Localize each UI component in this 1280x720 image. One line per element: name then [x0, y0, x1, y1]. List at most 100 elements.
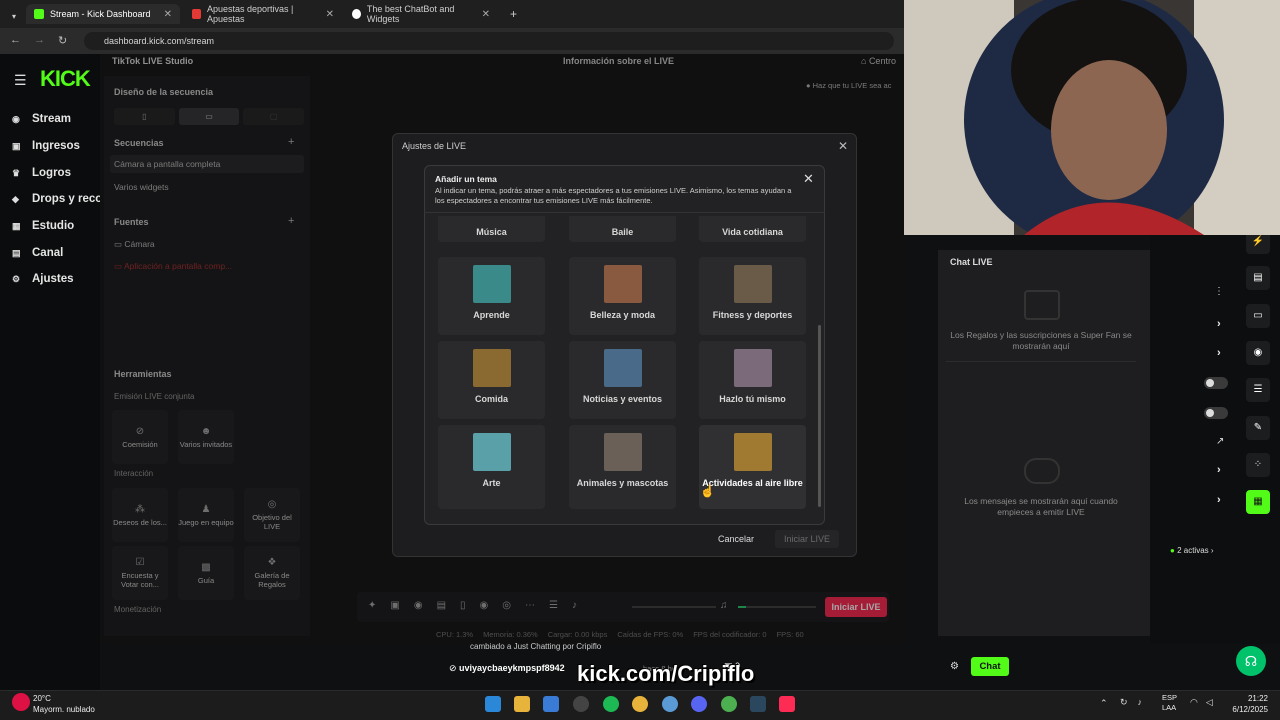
sidebar-item-canal[interactable]: ▤ Canal — [12, 247, 63, 259]
chevron-right-icon[interactable]: › — [1217, 494, 1221, 506]
sidebar-item-estudio[interactable]: ▦ Estudio — [12, 220, 74, 232]
reload-icon[interactable]: ↻ — [58, 34, 67, 47]
tab-apuestas[interactable]: Apuestas deportivas | Apuestas ✕ — [184, 4, 342, 24]
webcam-image — [904, 0, 1280, 235]
share-icon[interactable]: ⁘ — [1246, 453, 1270, 477]
chrome-profile-icon[interactable] — [662, 696, 678, 712]
chevron-right-icon[interactable]: › — [1217, 464, 1221, 476]
topic-card-animales[interactable]: Animales y mascotas — [569, 425, 676, 509]
discord-icon[interactable] — [691, 696, 707, 712]
chrome-icon[interactable] — [632, 696, 648, 712]
start-menu-icon[interactable] — [485, 696, 501, 712]
spotify-icon[interactable] — [603, 696, 619, 712]
chevron-right-icon[interactable]: › — [1217, 347, 1221, 359]
tab-list-button[interactable]: ▾ — [4, 6, 24, 26]
divider — [424, 212, 825, 213]
scrollbar[interactable] — [818, 325, 821, 507]
hazlo-image — [734, 349, 772, 387]
tray-chevron-icon[interactable]: ⌃ — [1100, 698, 1108, 709]
sidebar-item-stream[interactable]: ◉ Stream — [12, 113, 71, 125]
obs-icon[interactable] — [573, 696, 589, 712]
chat-send-button[interactable]: Chat — [971, 657, 1009, 676]
aprende-image — [473, 265, 511, 303]
address-bar: ← → ↻ dashboard.kick.com/stream — [0, 28, 904, 54]
topic-card-aire-libre[interactable]: Actividades al aire libre — [699, 425, 806, 509]
tab-strip: ▾ Stream - Kick Dashboard ✕ Apuestas dep… — [0, 0, 904, 28]
file-explorer-icon[interactable] — [514, 696, 530, 712]
clipboard-icon[interactable]: ▤ — [1246, 266, 1270, 290]
sync-icon[interactable]: ↻ — [1120, 697, 1128, 708]
gear-icon: ⚙ — [12, 273, 21, 284]
clock[interactable]: 21:22 6/12/2025 — [1232, 693, 1268, 715]
broadcast-icon[interactable]: ◉ — [1246, 341, 1270, 365]
chrome-alt-icon[interactable] — [721, 696, 737, 712]
tv-icon: ▤ — [12, 247, 21, 258]
tiktok-icon[interactable] — [779, 696, 795, 712]
topic-card-noticias[interactable]: Noticias y eventos — [569, 341, 676, 419]
close-icon[interactable]: ✕ — [803, 171, 814, 187]
kick-logo[interactable]: KICK — [40, 66, 91, 92]
menu-icon[interactable]: ☰ — [14, 72, 27, 89]
weather-icon — [12, 693, 30, 711]
gift-placeholder-icon — [1024, 290, 1060, 320]
gifts-note: Los Regalos y las suscripciones a Super … — [950, 330, 1132, 351]
gamepad-icon[interactable]: ▦ — [1246, 490, 1270, 514]
close-tab-icon[interactable]: ✕ — [326, 9, 334, 20]
topic-card-vida-cotidiana[interactable]: Vida cotidiana — [699, 216, 806, 242]
chat-bubble-icon — [1024, 458, 1060, 484]
active-count[interactable]: ● 2 activas › — [1170, 546, 1214, 555]
more-options-icon[interactable]: ⋮ — [1214, 286, 1224, 297]
tab-kick-dashboard[interactable]: Stream - Kick Dashboard ✕ — [26, 4, 180, 24]
microphone-icon[interactable]: ♪ — [1138, 697, 1143, 708]
tab-chatbot[interactable]: The best ChatBot and Widgets ✕ — [344, 4, 498, 24]
live-settings-title: Ajustes de LIVE — [402, 141, 467, 151]
chevron-right-icon[interactable]: › — [1217, 318, 1221, 330]
settings-gear-icon[interactable]: ⚙ — [950, 661, 959, 672]
back-icon[interactable]: ← — [10, 34, 21, 46]
gift-icon: ◆ — [12, 193, 19, 204]
cancel-button[interactable]: Cancelar — [706, 530, 766, 548]
monitor-app-icon[interactable] — [543, 696, 559, 712]
external-icon[interactable]: ↗ — [1216, 436, 1224, 447]
toggle-switch[interactable] — [1204, 377, 1228, 389]
start-live-disabled-button[interactable]: Iniciar LIVE — [775, 530, 839, 548]
topic-card-baile[interactable]: Baile — [569, 216, 676, 242]
fitness-image — [734, 265, 772, 303]
support-headset-icon[interactable]: ☊ — [1236, 646, 1266, 676]
new-tab-button[interactable]: + — [502, 4, 525, 24]
chat-icon[interactable]: ▭ — [1246, 304, 1270, 328]
topic-card-aprende[interactable]: Aprende — [438, 257, 545, 335]
steam-icon[interactable] — [750, 696, 766, 712]
topic-card-musica[interactable]: Música — [438, 216, 545, 242]
sidebar-item-ajustes[interactable]: ⚙ Ajustes — [12, 273, 74, 285]
topic-card-fitness[interactable]: Fitness y deportes — [699, 257, 806, 335]
sidebar-item-logros[interactable]: ♛ Logros — [12, 167, 71, 179]
tab-title: The best ChatBot and Widgets — [366, 4, 455, 24]
wrench-icon[interactable]: ✎ — [1246, 416, 1270, 440]
topic-card-belleza[interactable]: Belleza y moda — [569, 257, 676, 335]
trophy-icon: ♛ — [12, 167, 21, 178]
topic-card-comida[interactable]: Comida — [438, 341, 545, 419]
weather-widget[interactable]: 20°C Mayorm. nublado — [33, 693, 95, 715]
language-indicator[interactable]: ESP LAA — [1162, 693, 1177, 713]
grid-icon: ▦ — [12, 220, 21, 231]
wifi-icon[interactable]: ◠ — [1190, 697, 1198, 708]
toggle-switch[interactable] — [1204, 407, 1228, 419]
url-input[interactable]: dashboard.kick.com/stream — [84, 32, 894, 50]
close-tab-icon[interactable]: ✕ — [164, 9, 172, 20]
arte-image — [473, 433, 511, 471]
sidebar-item-ingresos[interactable]: ▣ Ingresos — [12, 140, 80, 152]
tab-title: Stream - Kick Dashboard — [50, 9, 151, 19]
sidebar-item-drops[interactable]: ◆ Drops y reco — [12, 193, 102, 205]
forward-icon[interactable]: → — [34, 34, 45, 46]
topic-card-arte[interactable]: Arte — [438, 425, 545, 509]
add-topic-title: Añadir un tema — [435, 174, 497, 184]
radio-icon: ◉ — [12, 113, 20, 124]
list-icon[interactable]: ☰ — [1246, 378, 1270, 402]
aire-libre-image — [734, 433, 772, 471]
stream-overlay-url: kick.com/Cripiflo — [577, 661, 755, 686]
close-tab-icon[interactable]: ✕ — [482, 9, 490, 20]
topic-card-hazlo[interactable]: Hazlo tú mismo — [699, 341, 806, 419]
speaker-icon[interactable]: ◁ — [1206, 697, 1213, 708]
close-icon[interactable]: ✕ — [838, 139, 848, 153]
